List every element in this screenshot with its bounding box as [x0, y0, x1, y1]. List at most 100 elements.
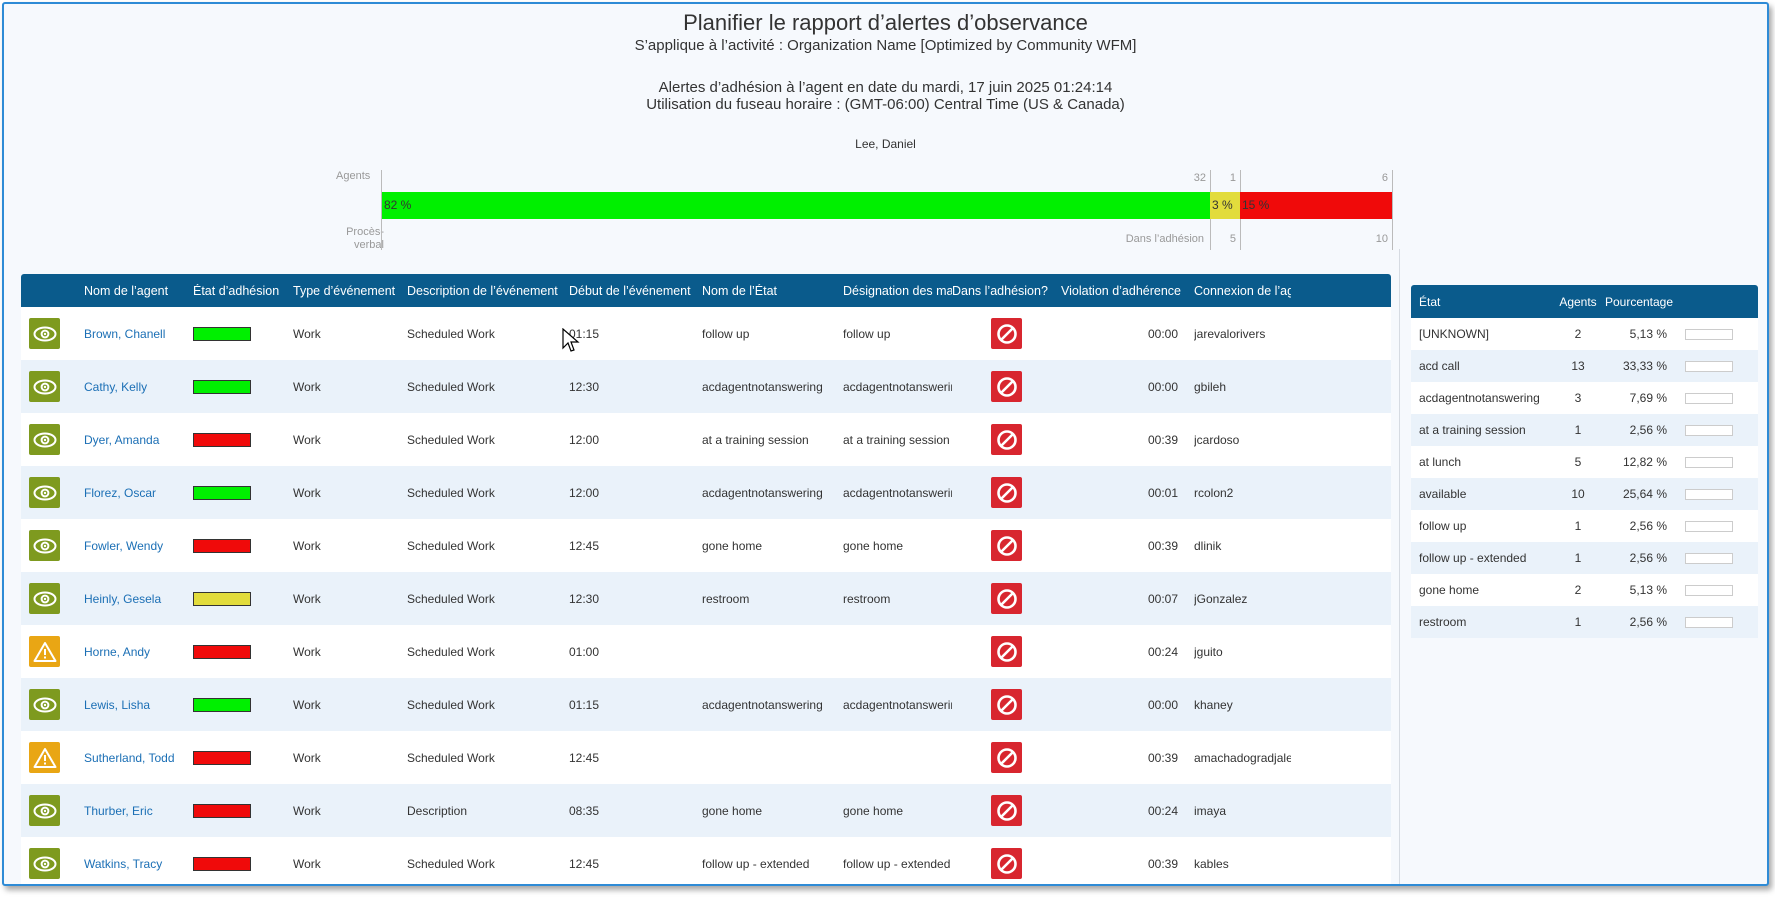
agent-name-link[interactable]: Thurber, Eric — [84, 804, 193, 818]
event-type-cell: Work — [293, 591, 321, 606]
table-row[interactable]: Fowler, Wendy Work Scheduled Work 12:45 gone… — [21, 519, 1391, 572]
table-row[interactable]: Brown, Chanell Work Scheduled Work 01:15 fol… — [21, 307, 1391, 360]
supervisor-name: Lee, Daniel — [855, 137, 916, 151]
violation-cell: 00:24 — [1147, 803, 1178, 818]
table-row[interactable]: Sutherland, Todd Work Scheduled Work 12:45 0… — [21, 731, 1391, 784]
eye-icon[interactable] — [29, 477, 60, 508]
col-in-adherence[interactable]: Dans l’adhésion? — [952, 284, 1061, 298]
state-name: follow up — [1419, 519, 1467, 533]
segment-yellow: 3 % — [1210, 192, 1240, 219]
state-name: available — [1419, 487, 1467, 501]
agent-alerts-table: Nom de l’agent État d’adhésion Type d’év… — [21, 274, 1391, 884]
col-event-type[interactable]: Type d’événement — [293, 284, 407, 298]
table-row[interactable]: Dyer, Amanda Work Scheduled Work 12:00 at a … — [21, 413, 1391, 466]
state-agent-count: 1 — [1574, 423, 1582, 437]
table-row[interactable]: Lewis, Lisha Work Scheduled Work 01:15 acdag… — [21, 678, 1391, 731]
event-description-cell: Scheduled Work — [407, 644, 495, 659]
not-in-adherence-icon — [991, 689, 1022, 720]
designation-cell: gone home — [843, 803, 904, 818]
not-in-adherence-icon — [991, 795, 1022, 826]
report-header: Planifier le rapport d’alertes d’observa… — [4, 10, 1767, 151]
agent-login-cell: rcolon2 — [1194, 485, 1234, 500]
eye-icon[interactable] — [29, 371, 60, 402]
eye-icon[interactable] — [29, 530, 60, 561]
agent-name-link[interactable]: Watkins, Tracy — [84, 857, 193, 871]
agent-name-link[interactable]: Sutherland, Todd — [84, 751, 193, 765]
eye-icon[interactable] — [29, 848, 60, 879]
state-percentage: 2,56 % — [1629, 615, 1667, 629]
col-agents[interactable]: Agents — [1553, 295, 1603, 309]
agent-name-link[interactable]: Heinly, Gesela — [84, 592, 193, 606]
state-percentage-bar — [1685, 552, 1733, 564]
event-type-cell: Work — [293, 803, 321, 818]
agent-login-cell: jguito — [1194, 644, 1223, 659]
eye-icon[interactable] — [29, 689, 60, 720]
table-row[interactable]: Cathy, Kelly Work Scheduled Work 12:30 acdag… — [21, 360, 1391, 413]
agent-name-link[interactable]: Florez, Oscar — [84, 486, 193, 500]
state-percentage-bar — [1685, 424, 1733, 436]
agent-login-cell: amachadogradjales — [1194, 750, 1291, 765]
state-summary-row: follow up 1 2,56 % — [1411, 510, 1758, 542]
table-row[interactable]: Florez, Oscar Work Scheduled Work 12:00 acda… — [21, 466, 1391, 519]
col-event-start[interactable]: Début de l’événement — [569, 284, 702, 298]
adherence-state-cell — [193, 485, 293, 500]
state-name: gone home — [1419, 583, 1480, 597]
adherence-state-swatch — [193, 485, 251, 500]
violation-cell: 00:39 — [1147, 538, 1178, 553]
col-state-name[interactable]: Nom de l’État — [702, 284, 843, 298]
table-row[interactable]: Watkins, Tracy Work Scheduled Work 12:45 fol… — [21, 837, 1391, 884]
adherence-state-swatch — [193, 379, 251, 394]
agent-name-link[interactable]: Dyer, Amanda — [84, 433, 193, 447]
agent-login-cell: jGonzalez — [1194, 591, 1248, 606]
col-event-description[interactable]: Description de l’événement — [407, 284, 569, 298]
col-state[interactable]: État — [1411, 295, 1553, 309]
report-window: Planifier le rapport d’alertes d’observa… — [2, 2, 1769, 886]
agent-name-link[interactable]: Fowler, Wendy — [84, 539, 193, 553]
not-in-adherence-icon — [991, 424, 1022, 455]
state-summary-row: follow up - extended 1 2,56 % — [1411, 542, 1758, 574]
warning-icon[interactable] — [29, 636, 60, 667]
proces-label-line1: Procès- — [346, 226, 384, 238]
col-percentage[interactable]: Pourcentage — [1603, 295, 1675, 309]
eye-icon[interactable] — [29, 318, 60, 349]
event-description-cell: Scheduled Work — [407, 697, 495, 712]
col-agent-login[interactable]: Connexion de l’agent — [1194, 284, 1291, 298]
eye-icon[interactable] — [29, 424, 60, 455]
event-description-cell: Scheduled Work — [407, 750, 495, 765]
segment-green: 82 % — [382, 192, 1210, 219]
not-in-adherence-icon — [991, 636, 1022, 667]
state-summary-row: [UNKNOWN] 2 5,13 % — [1411, 318, 1758, 350]
in-adherence-cell — [952, 530, 1061, 561]
eye-icon[interactable] — [29, 795, 60, 826]
agent-name-link[interactable]: Lewis, Lisha — [84, 698, 193, 712]
state-agent-count: 1 — [1574, 551, 1582, 565]
col-violation[interactable]: Violation d’adhérence — [1061, 284, 1194, 298]
col-designation[interactable]: Désignation des marchandises — [843, 284, 952, 298]
table-row[interactable]: Thurber, Eric Work Description 08:35 gone ho… — [21, 784, 1391, 837]
agent-login-cell: dlinik — [1194, 538, 1222, 553]
row-icon-cell — [21, 583, 84, 614]
agent-name-link[interactable]: Brown, Chanell — [84, 327, 193, 341]
in-adherence-cell — [952, 689, 1061, 720]
table-row[interactable]: Heinly, Gesela Work Scheduled Work 12:30 res… — [21, 572, 1391, 625]
state-percentage-bar — [1685, 520, 1733, 532]
col-agent-name[interactable]: Nom de l’agent — [84, 284, 193, 298]
designation-cell: follow up - extended — [843, 856, 951, 871]
adherence-state-cell — [193, 538, 293, 553]
state-name: acd call — [1419, 359, 1460, 373]
state-bar-cell — [1675, 424, 1758, 436]
state-summary-body: [UNKNOWN] 2 5,13 % acd call 13 33,33 % acdagen… — [1411, 318, 1758, 638]
col-adherence-state[interactable]: État d’adhésion — [193, 284, 293, 298]
adherence-state-swatch — [193, 856, 251, 871]
table-row[interactable]: Horne, Andy Work Scheduled Work 01:00 00:24 j… — [21, 625, 1391, 678]
event-start-cell: 12:00 — [569, 485, 600, 500]
state-name: at lunch — [1419, 455, 1462, 469]
warning-icon[interactable] — [29, 742, 60, 773]
agent-name-link[interactable]: Cathy, Kelly — [84, 380, 193, 394]
agent-name-link[interactable]: Horne, Andy — [84, 645, 193, 659]
state-percentage: 5,13 % — [1629, 327, 1667, 341]
not-in-adherence-icon — [991, 318, 1022, 349]
event-type-cell: Work — [293, 432, 321, 447]
eye-icon[interactable] — [29, 583, 60, 614]
segment-red: 15 % — [1240, 192, 1392, 219]
